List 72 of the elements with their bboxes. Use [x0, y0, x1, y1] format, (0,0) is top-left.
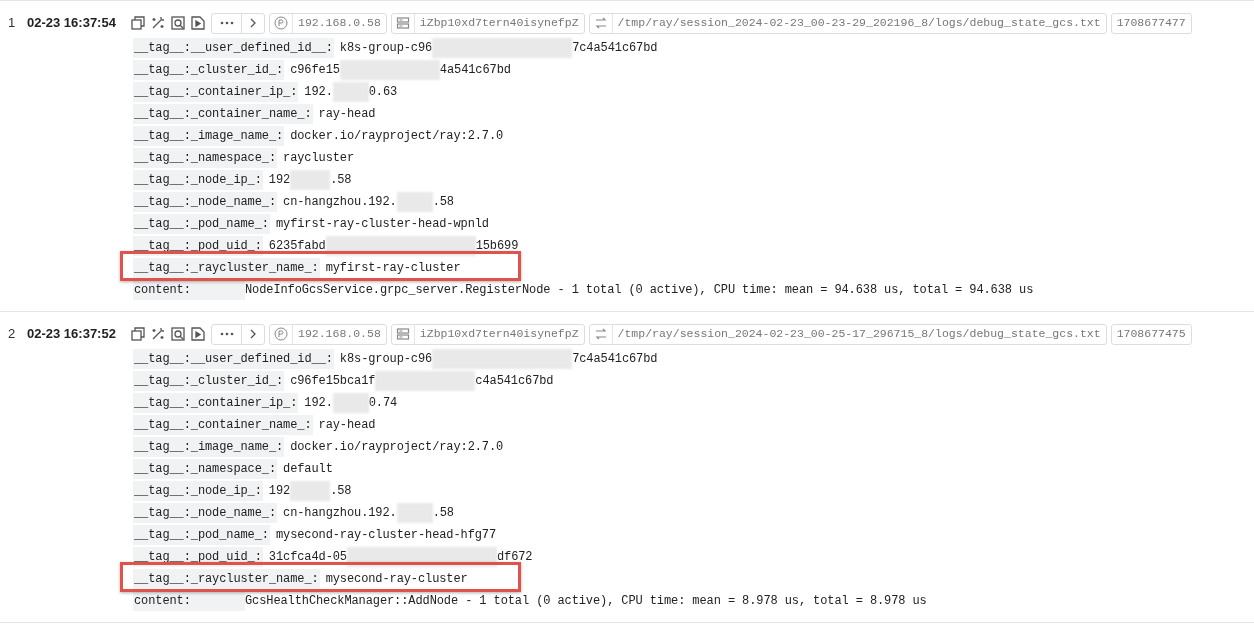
field-value: mysecond-ray-cluster: [325, 571, 468, 588]
tag-chip: /tmp/ray/session_2024-02-23_00-23-29_202196_8/logs/debug_state_gcs.txt: [588, 12, 1107, 34]
content-value: GcsHealthCheckManager::AddNode - 1 total (0 active), CPU time: mean = 8.978 us, total = 8.978 us: [245, 593, 927, 610]
field-key: content:: [133, 591, 245, 611]
timestamp: 02-23 16:37:52: [27, 325, 117, 344]
field-value: 192: [268, 483, 291, 500]
field-key: __tag__:_node_name_:: [133, 503, 278, 523]
field-value: 0.63: [368, 84, 398, 101]
field-value: ray-head: [318, 417, 376, 434]
field-value: 15b699: [475, 238, 519, 255]
field-value: 4a541c67bd: [439, 62, 511, 79]
field-value: cn-hangzhou.192.: [283, 194, 397, 211]
field-value: .58: [432, 505, 454, 522]
field-value: k8s-group-c96: [339, 351, 433, 368]
field-value: .58: [330, 483, 352, 500]
field-value: 192: [268, 172, 291, 189]
field-value: k8s-group-c96: [339, 40, 433, 57]
tag-chip: iZbp10xd7tern40isynefpZ: [390, 323, 585, 345]
field-key: __tag__:_namespace_:: [133, 459, 278, 479]
field-value: cn-hangzhou.192.: [283, 505, 397, 522]
field-key: __tag__:_pod_name_:: [133, 214, 270, 234]
field-value: .58: [330, 172, 352, 189]
field-key: __tag__:_raycluster_name_:: [133, 569, 320, 589]
tag-chip: 192.168.0.58: [269, 12, 387, 34]
field-value: c4a541c67bd: [475, 373, 554, 390]
field-value: 0.74: [368, 395, 398, 412]
field-value: c96fe15: [290, 62, 340, 79]
tag-chip: 1708677475: [1110, 323, 1192, 345]
field-key: __tag__:_namespace_:: [133, 148, 278, 168]
field-value: c96fe15bca1f: [290, 373, 376, 390]
field-key: __tag__:_node_ip_:: [133, 170, 263, 190]
field-value: myfirst-ray-cluster: [325, 260, 461, 277]
field-value: 192.: [304, 395, 333, 412]
field-key: __tag__:_pod_name_:: [133, 525, 270, 545]
field-key: __tag__:_cluster_id_:: [133, 60, 285, 80]
field-value: df672: [496, 549, 533, 566]
field-value: mysecond-ray-cluster-head-hfg77: [275, 527, 497, 544]
field-value: docker.io/rayproject/ray:2.7.0: [290, 128, 504, 145]
field-key: __tag__:_container_ip_:: [133, 82, 299, 102]
field-key: __tag__:_pod_uid_:: [133, 547, 263, 567]
tag-chip: /tmp/ray/session_2024-02-23_00-25-17_296715_8/logs/debug_state_gcs.txt: [588, 323, 1107, 345]
field-value: 31cfca4d-05: [268, 549, 347, 566]
field-value: 7c4a541c67bd: [572, 40, 658, 57]
field-key: __tag__:_image_name_:: [133, 126, 285, 146]
field-value: myfirst-ray-cluster-head-wpnld: [275, 216, 489, 233]
field-value: ray-head: [318, 106, 376, 123]
field-key: __tag__:_cluster_id_:: [133, 371, 285, 391]
content-value: NodeInfoGcsService.grpc_server.RegisterNode - 1 total (0 active), CPU time: mean = 94.638 us, total = 94.638 us: [245, 282, 1034, 299]
field-key: __tag__:__user_defined_id__:: [133, 38, 334, 58]
timestamp: 02-23 16:37:54: [27, 14, 117, 33]
record-number: 2: [7, 325, 17, 344]
tag-chip: 192.168.0.58: [269, 323, 387, 345]
field-key: __tag__:_container_name_:: [133, 104, 313, 124]
field-value: .58: [432, 194, 454, 211]
field-key: __tag__:_node_name_:: [133, 192, 278, 212]
field-key: __tag__:_container_name_:: [133, 415, 313, 435]
field-key: __tag__:__user_defined_id__:: [133, 349, 334, 369]
field-value: 7c4a541c67bd: [572, 351, 658, 368]
record-number: 1: [7, 14, 17, 33]
field-value: 192.: [304, 84, 333, 101]
field-value: 6235fabd: [268, 238, 326, 255]
field-value: raycluster: [283, 150, 355, 167]
field-key: content:: [133, 280, 245, 300]
tag-chip: 1708677477: [1110, 12, 1192, 34]
field-key: __tag__:_image_name_:: [133, 437, 285, 457]
field-key: __tag__:_node_ip_:: [133, 481, 263, 501]
field-value: default: [283, 461, 333, 478]
field-key: __tag__:_pod_uid_:: [133, 236, 263, 256]
tag-chip: iZbp10xd7tern40isynefpZ: [390, 12, 585, 34]
field-key: __tag__:_container_ip_:: [133, 393, 299, 413]
field-key: __tag__:_raycluster_name_:: [133, 258, 320, 278]
field-value: docker.io/rayproject/ray:2.7.0: [290, 439, 504, 456]
